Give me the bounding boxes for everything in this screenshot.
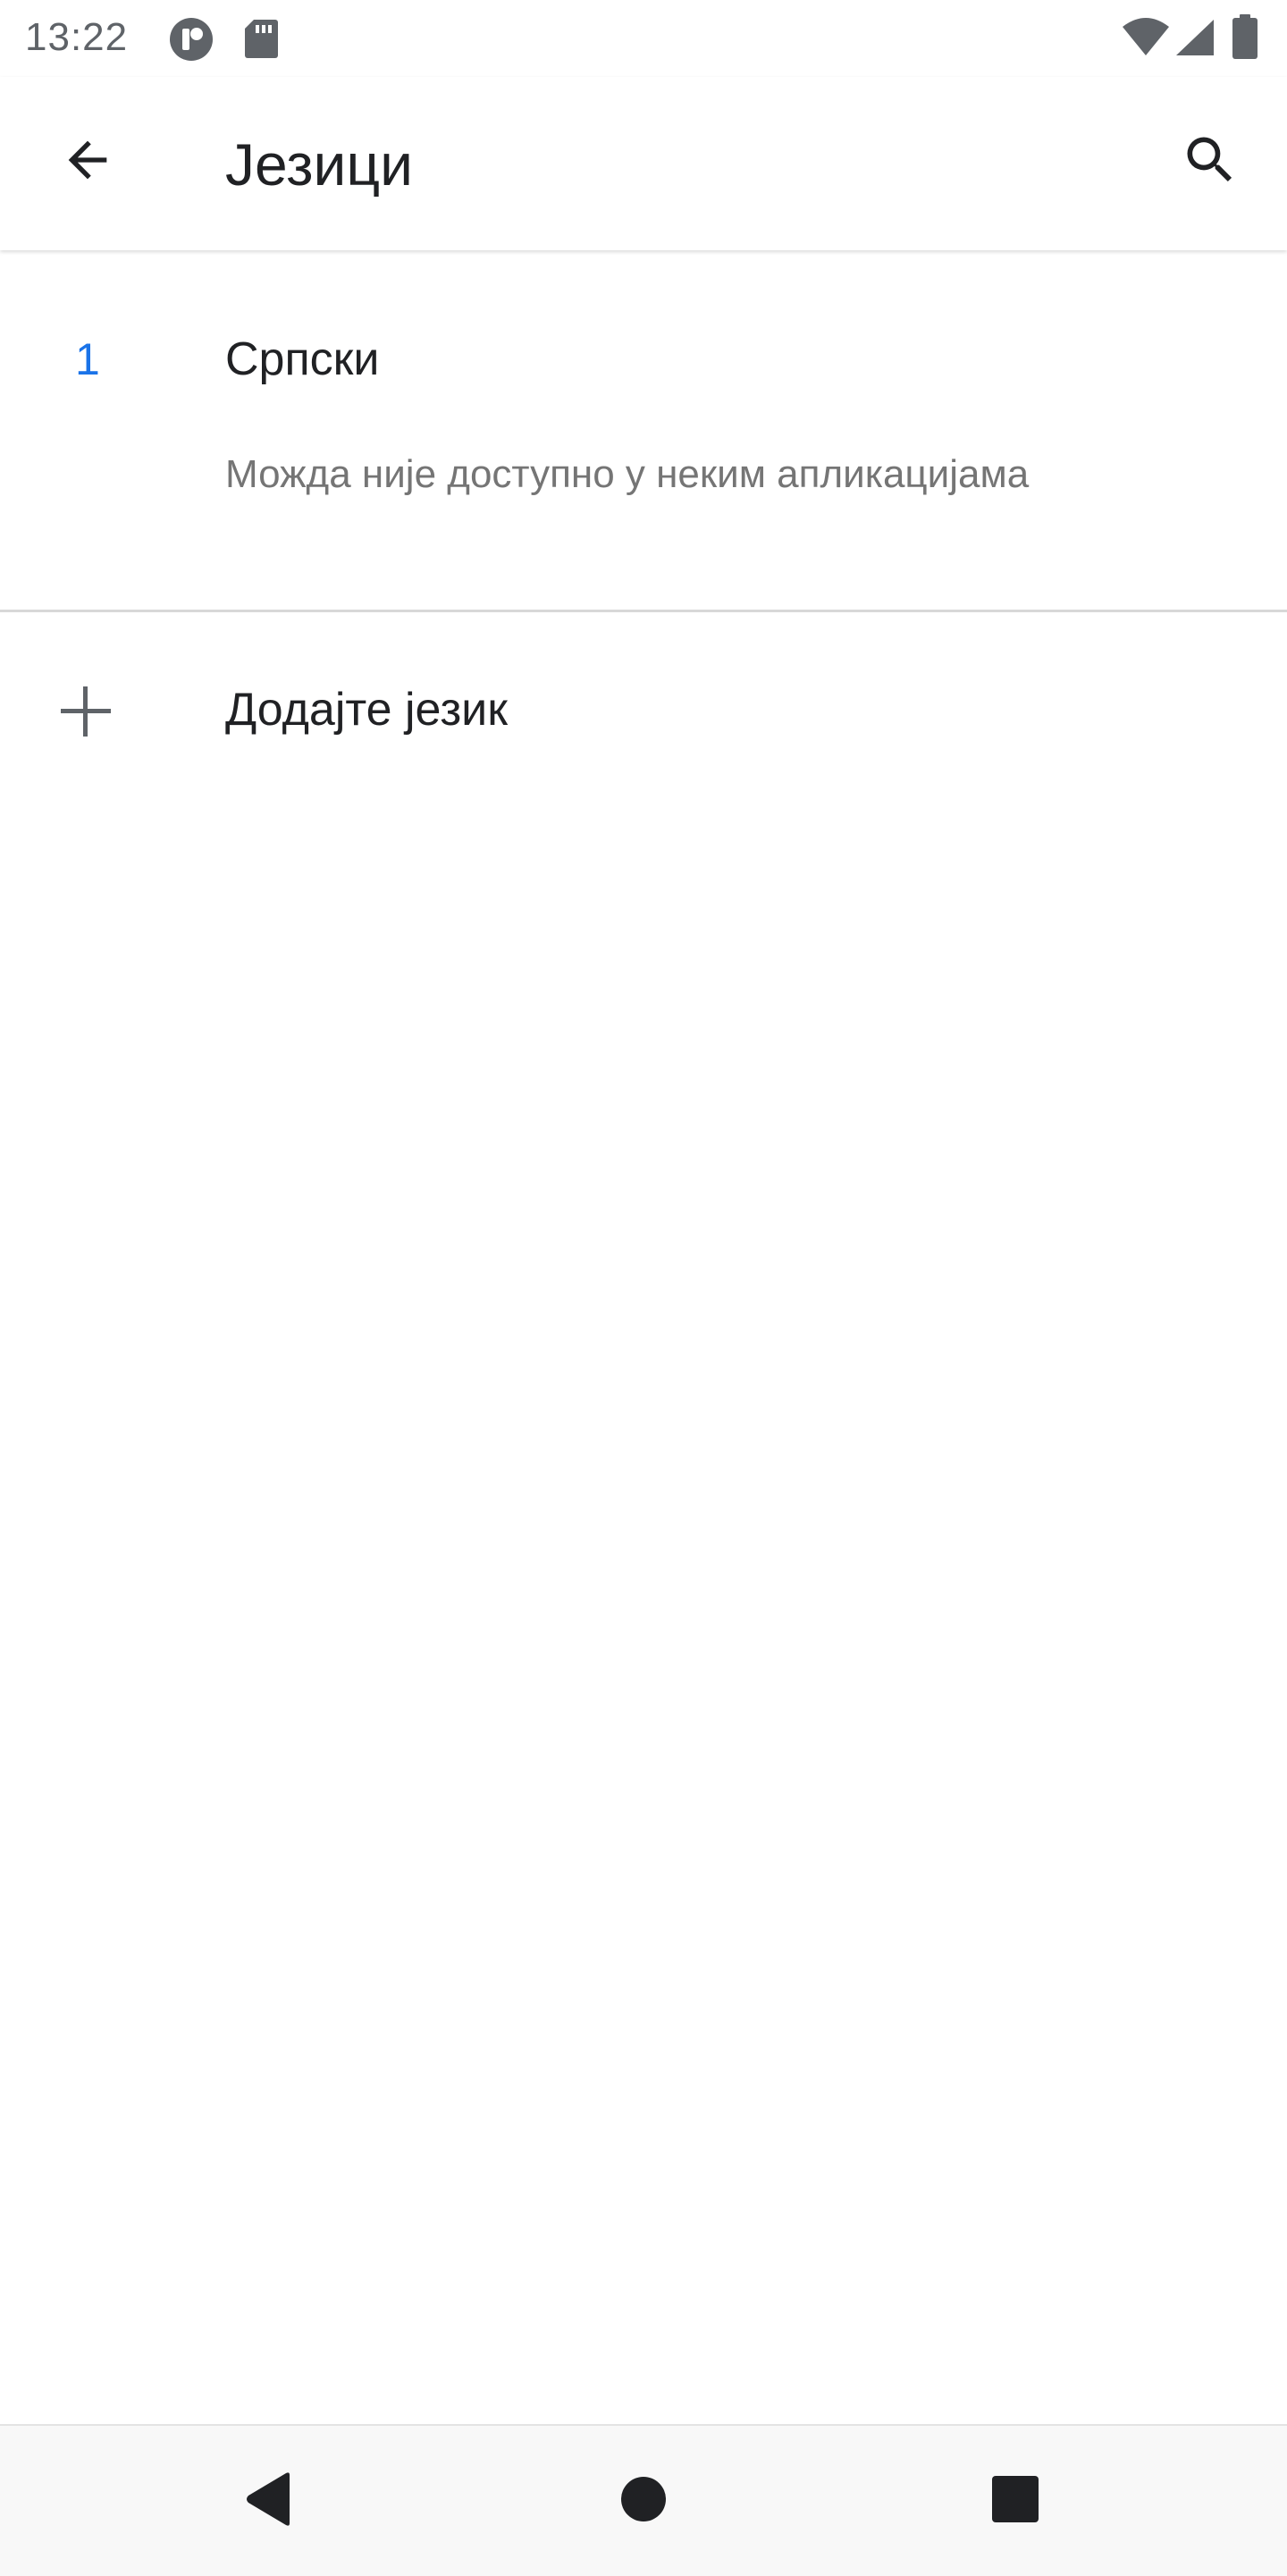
recents-square-icon (991, 2475, 1039, 2528)
list-item-language[interactable]: 1 Српски Можда није доступно у неким апл… (0, 250, 1287, 611)
search-button[interactable] (1167, 119, 1253, 205)
arrow-back-icon (59, 131, 116, 193)
system-nav-bar (0, 2424, 1287, 2576)
app-bar: Језици (0, 77, 1287, 250)
language-name: Српски (225, 333, 380, 385)
cell-signal-icon (1174, 18, 1216, 62)
language-order-number: 1 (75, 334, 100, 384)
home-circle-icon (620, 2476, 667, 2527)
divider (0, 610, 1287, 612)
app-notification-icon (168, 16, 214, 67)
plus-icon (57, 683, 114, 740)
search-icon (1180, 130, 1241, 195)
status-time: 13:22 (25, 15, 129, 59)
back-button[interactable] (45, 119, 130, 205)
page-title: Језици (225, 131, 414, 198)
nav-back-button[interactable] (223, 2456, 313, 2546)
add-language-label: Додајте језик (225, 684, 508, 736)
language-note: Можда није доступно у неким апликацијама (225, 452, 1030, 496)
back-triangle-icon (243, 2471, 293, 2531)
wifi-icon (1121, 18, 1171, 62)
sd-card-icon (243, 18, 279, 63)
battery-icon (1232, 14, 1258, 63)
nav-home-button[interactable] (599, 2456, 688, 2546)
add-language-button[interactable]: Додајте језик (0, 613, 1287, 808)
nav-recents-button[interactable] (971, 2456, 1060, 2546)
status-bar: 13:22 (0, 0, 1287, 77)
